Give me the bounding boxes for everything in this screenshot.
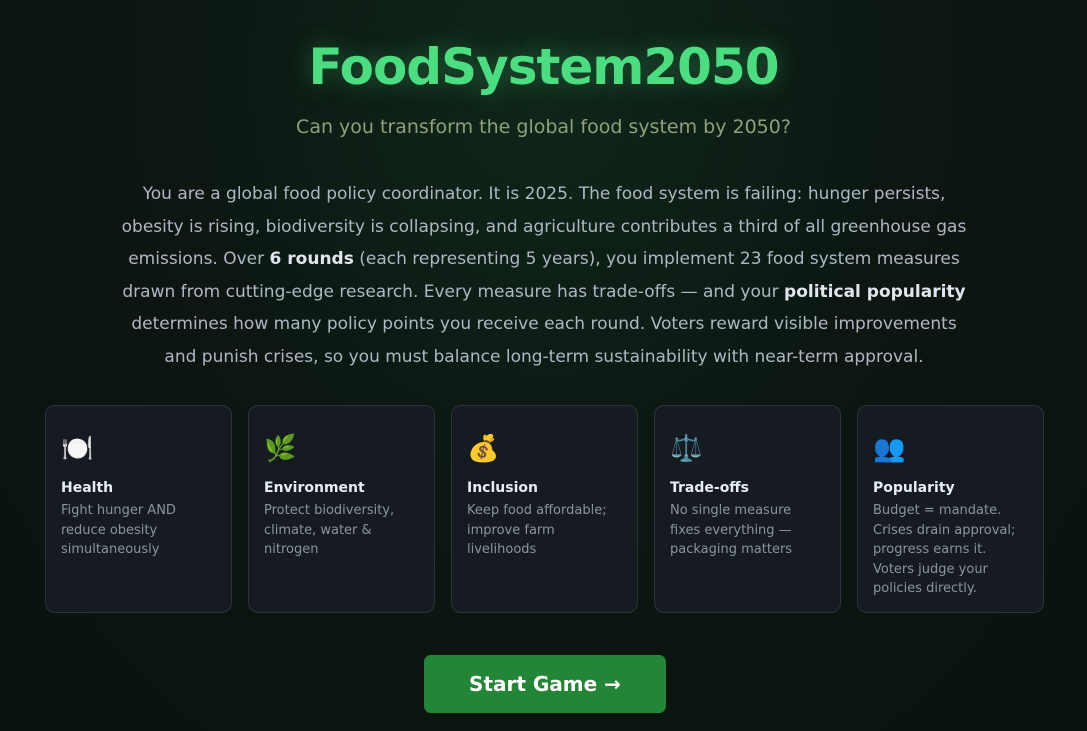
card-health: 🍽️ Health Fight hunger AND reduce obesit… — [45, 405, 232, 613]
goals-card-row: 🍽️ Health Fight hunger AND reduce obesit… — [45, 405, 1045, 615]
card-description: Fight hunger AND reduce obesity simultan… — [61, 503, 176, 558]
start-game-button[interactable]: Start Game → — [424, 655, 666, 713]
herb-leaf-icon: 🌿 — [264, 434, 297, 464]
card-description: Protect biodiversity, climate, water & n… — [264, 503, 395, 558]
card-title: Trade-offs — [670, 480, 749, 496]
intro-popularity-highlight: political popularity — [784, 281, 966, 302]
balance-scale-icon: ⚖️ — [670, 434, 703, 464]
game-title: FoodSystem2050 — [308, 38, 779, 96]
intro-rounds-highlight: 6 rounds — [269, 249, 354, 269]
card-title: Health — [61, 480, 114, 496]
card-trade-offs: ⚖️ Trade-offs No single measure fixes ev… — [654, 405, 841, 613]
card-environment: 🌿 Environment Protect biodiversity, clim… — [248, 405, 435, 613]
intro-text: You are a global food policy coordinator… — [118, 178, 970, 373]
card-description: Keep food affordable; improve farm livel… — [467, 503, 607, 558]
intro-part-3: determines how many policy points you re… — [131, 314, 957, 367]
plate-cutlery-icon: 🍽️ — [61, 434, 94, 464]
card-popularity: 👥 Popularity Budget = mandate. Crises dr… — [857, 405, 1044, 613]
people-icon: 👥 — [873, 434, 906, 464]
card-title: Popularity — [873, 480, 955, 496]
card-description: No single measure fixes everything — pac… — [670, 503, 793, 558]
card-title: Environment — [264, 480, 365, 496]
game-subtitle: Can you transform the global food system… — [296, 116, 791, 138]
card-title: Inclusion — [467, 480, 538, 496]
card-inclusion: 💰 Inclusion Keep food affordable; improv… — [451, 405, 638, 613]
card-description: Budget = mandate. Crises drain approval;… — [873, 503, 1016, 597]
money-bag-icon: 💰 — [467, 434, 500, 464]
